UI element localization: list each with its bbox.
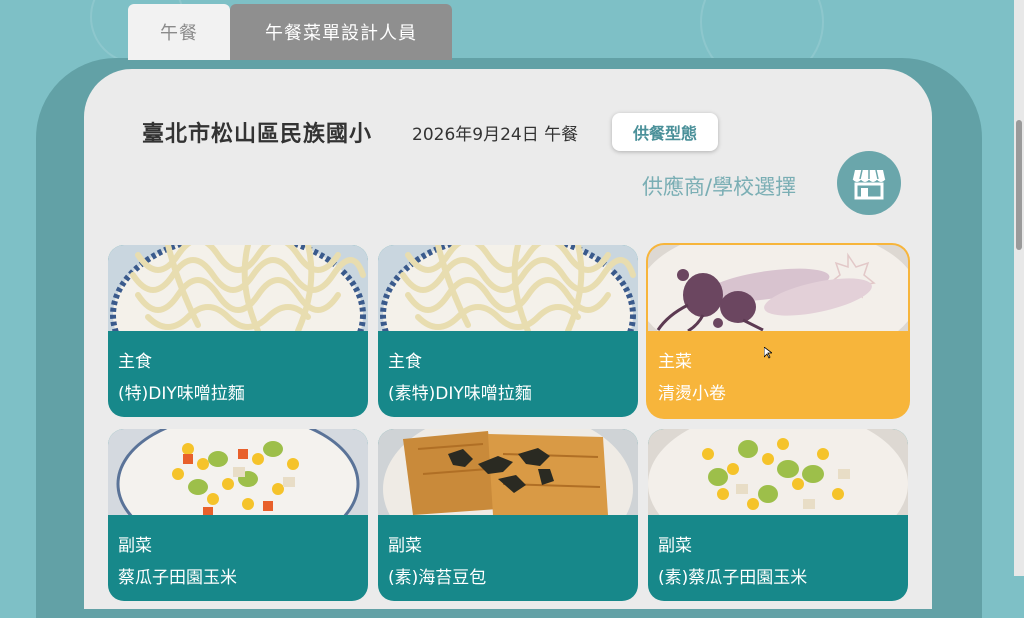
dish-category: 主食 <box>388 352 422 372</box>
dish-category: 副菜 <box>118 536 152 556</box>
page-scrollbar[interactable] <box>1014 0 1024 576</box>
dish-category: 副菜 <box>388 536 422 556</box>
supplier-school-select-label[interactable]: 供應商/學校選擇 <box>642 171 796 201</box>
dish-category: 主食 <box>118 352 152 372</box>
dish-card-selected[interactable]: 主菜 清燙小卷 <box>648 245 908 417</box>
dish-image-tofu-skin <box>378 429 638 515</box>
store-icon <box>852 169 886 200</box>
dish-card[interactable]: 主食 (素特)DIY味噌拉麵 <box>378 245 638 417</box>
dish-name: 清燙小卷 <box>658 384 726 404</box>
scrollbar-thumb[interactable] <box>1016 120 1022 250</box>
dish-image-noodles <box>378 245 638 331</box>
mouse-cursor-icon <box>764 347 772 359</box>
dish-image-squid <box>648 245 908 331</box>
school-name: 臺北市松山區民族國小 <box>142 122 373 147</box>
dish-card[interactable]: 主食 (特)DIY味噌拉麵 <box>108 245 368 417</box>
dish-image-corn-mix <box>648 429 908 515</box>
dish-name: (特)DIY味噌拉麵 <box>118 384 245 404</box>
menu-date: 2026年9月24日 午餐 <box>412 125 579 145</box>
tab-menu-designer[interactable]: 午餐菜單設計人員 <box>230 4 452 60</box>
dish-category: 副菜 <box>658 536 692 556</box>
meal-type-button[interactable]: 供餐型態 <box>612 113 718 151</box>
tab-bar: 午餐 午餐菜單設計人員 <box>128 4 452 60</box>
dish-card[interactable]: 副菜 (素)蔡瓜子田園玉米 <box>648 429 908 601</box>
store-select-button[interactable] <box>837 151 901 215</box>
dish-card[interactable]: 副菜 (素)海苔豆包 <box>378 429 638 601</box>
dish-card[interactable]: 副菜 蔡瓜子田園玉米 <box>108 429 368 601</box>
dish-image-corn-mix <box>108 429 368 515</box>
tab-lunch[interactable]: 午餐 <box>128 4 230 60</box>
dish-category: 主菜 <box>658 352 692 372</box>
dish-name: (素特)DIY味噌拉麵 <box>388 384 532 404</box>
dish-image-noodles <box>108 245 368 331</box>
